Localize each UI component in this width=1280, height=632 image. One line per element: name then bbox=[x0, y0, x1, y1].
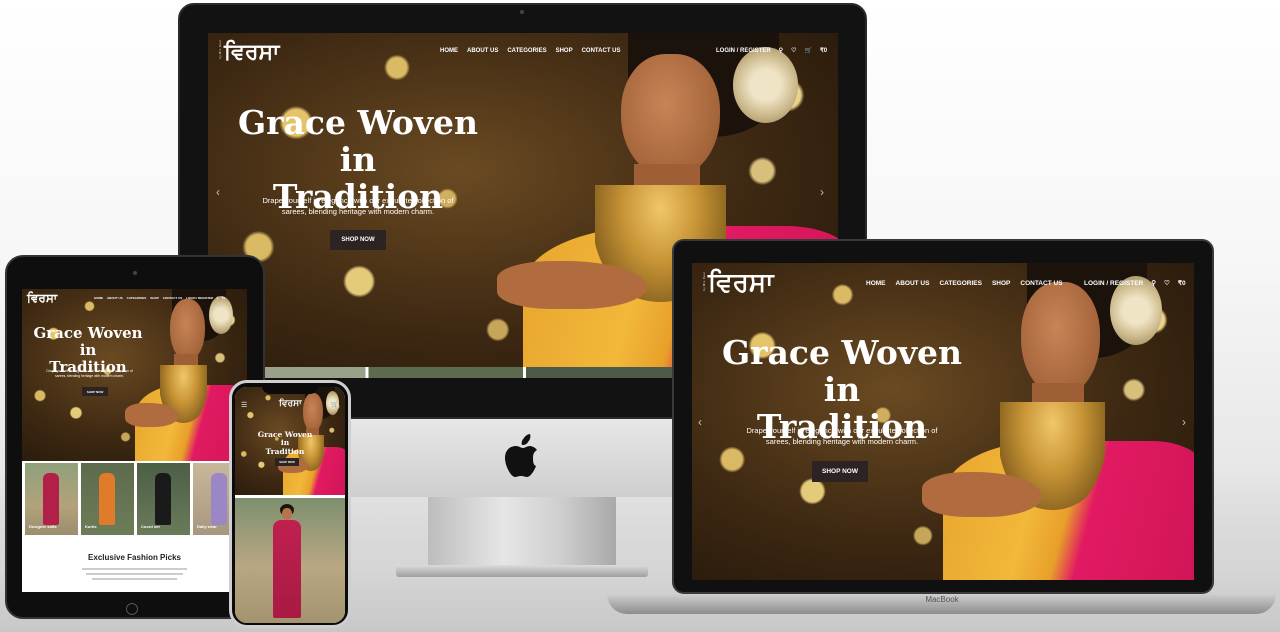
menu-icon[interactable]: ☰ bbox=[241, 401, 247, 409]
shop-now-button[interactable]: SHOP NOW bbox=[82, 387, 108, 396]
hero-title: Grace Woven in Tradition bbox=[257, 430, 313, 456]
ipad-camera bbox=[133, 271, 137, 275]
shop-now-button[interactable]: SHOP NOW bbox=[330, 230, 386, 250]
cart-total: ₹0 bbox=[819, 48, 828, 54]
category-designer-suits[interactable] bbox=[235, 498, 345, 623]
hero-subtitle: Drape yourself in elegance with our exqu… bbox=[46, 369, 133, 379]
category-coord-set[interactable]: Coord set bbox=[137, 463, 190, 535]
hero-title: Grace Woven in Tradition bbox=[33, 324, 143, 376]
nav-home[interactable]: HOME bbox=[440, 48, 458, 54]
macbook-label: MacBook bbox=[925, 595, 959, 604]
logo-text: ਵਿਰਸਾ bbox=[279, 399, 302, 409]
cart-total: ₹0 bbox=[1177, 280, 1186, 287]
nav-contact[interactable]: CONTACT US bbox=[163, 296, 182, 300]
section-text-line bbox=[86, 573, 183, 575]
logo-tagline: by Mrs. Kaur bbox=[702, 271, 706, 291]
imac-foot bbox=[396, 565, 648, 577]
section-text-line bbox=[92, 578, 177, 580]
imac-stand bbox=[428, 497, 616, 567]
search-icon[interactable]: ⚲ bbox=[1151, 279, 1156, 287]
cart-total: ₹0 bbox=[221, 296, 226, 300]
section-text-line bbox=[82, 568, 187, 570]
imac-camera bbox=[520, 10, 524, 14]
main-menu: HOME ABOUT US CATEGORIES SHOP CONTACT US bbox=[866, 280, 1063, 287]
hero-subtitle: Drape yourself in elegance with our exqu… bbox=[746, 426, 938, 447]
nav-about[interactable]: ABOUT US bbox=[107, 296, 123, 300]
iphone-screen: ਵਿਰਸਾ ☰ 🛒 Grace Woven in Tradition SHOP N… bbox=[235, 387, 345, 623]
wishlist-icon[interactable]: ♡ bbox=[1164, 279, 1170, 287]
nav-shop[interactable]: SHOP bbox=[992, 280, 1010, 287]
shop-now-button[interactable]: SHOP NOW bbox=[812, 461, 868, 482]
nav-shop[interactable]: SHOP bbox=[150, 296, 159, 300]
main-menu: HOME ABOUT US CATEGORIES SHOP CONTACT US bbox=[94, 296, 182, 300]
nav-shop[interactable]: SHOP bbox=[556, 48, 573, 54]
site-logo[interactable]: by Mrs. Kaurਵਿਰਸਾ bbox=[702, 268, 774, 299]
hero-image bbox=[922, 263, 1194, 580]
logo-text: ਵਿਰਸਾ bbox=[224, 39, 280, 65]
login-link[interactable]: LOGIN / REGISTER bbox=[716, 48, 771, 54]
logo-tagline: by Mrs. Kaur bbox=[218, 39, 222, 59]
ipad-home-button bbox=[126, 603, 138, 615]
header-tools: LOGIN / REGISTER ⚲ ♡ ₹0 bbox=[1084, 279, 1186, 288]
category-designer-suits[interactable]: Designer suits bbox=[25, 463, 78, 535]
nav-home[interactable]: HOME bbox=[94, 296, 103, 300]
header-tools: LOGIN / REGISTER ⚲ ♡ 🛒 ₹0 bbox=[716, 47, 828, 55]
iphone-notch bbox=[262, 386, 318, 394]
nav-contact[interactable]: CONTACT US bbox=[582, 48, 621, 54]
search-icon[interactable]: ⚲ bbox=[216, 296, 218, 300]
nav-contact[interactable]: CONTACT US bbox=[1020, 280, 1062, 287]
header-tools: LOGIN / REGISTER ⚲ ₹0 bbox=[186, 296, 225, 300]
nav-categories[interactable]: CATEGORIES bbox=[939, 280, 982, 287]
nav-about[interactable]: ABOUT US bbox=[896, 280, 930, 287]
cart-icon[interactable]: 🛒 bbox=[331, 401, 338, 408]
ipad-hero: ਵਿਰਸਾ HOME ABOUT US CATEGORIES SHOP CONT… bbox=[22, 289, 247, 461]
wishlist-icon[interactable]: ♡ bbox=[791, 47, 796, 54]
nav-home[interactable]: HOME bbox=[866, 280, 886, 287]
section-title: Exclusive Fashion Picks bbox=[88, 553, 181, 562]
site-header: by Mrs. Kaurਵਿਰਸਾ HOME ABOUT US CATEGORI… bbox=[692, 263, 1194, 303]
shop-now-button[interactable]: SHOP NOW bbox=[275, 458, 299, 466]
category-kurtis[interactable]: Kurtis bbox=[81, 463, 134, 535]
slider-next-icon[interactable]: › bbox=[1182, 415, 1186, 429]
slider-next-icon[interactable]: › bbox=[820, 185, 824, 199]
search-icon[interactable]: ⚲ bbox=[779, 47, 783, 54]
logo-text: ਵਿਰਸਾ bbox=[27, 290, 58, 305]
nav-about[interactable]: ABOUT US bbox=[467, 48, 498, 54]
login-link[interactable]: LOGIN / REGISTER bbox=[186, 296, 213, 300]
site-header: by Mrs. Kaurਵਿਰਸਾ HOME ABOUT US CATEGORI… bbox=[208, 33, 838, 71]
slider-prev-icon[interactable]: ‹ bbox=[698, 415, 702, 429]
nav-categories[interactable]: CATEGORIES bbox=[127, 296, 147, 300]
site-logo[interactable]: ਵਿਰਸਾ bbox=[27, 291, 57, 306]
nav-categories[interactable]: CATEGORIES bbox=[507, 48, 546, 54]
slider-prev-icon[interactable]: ‹ bbox=[216, 185, 220, 199]
cart-icon[interactable]: 🛒 bbox=[804, 47, 811, 54]
site-logo[interactable]: by Mrs. Kaurਵਿਰਸਾ bbox=[218, 40, 279, 65]
login-link[interactable]: LOGIN / REGISTER bbox=[1084, 280, 1143, 287]
macbook-screen: by Mrs. Kaurਵਿਰਸਾ HOME ABOUT US CATEGORI… bbox=[692, 263, 1194, 580]
iphone-hero: ਵਿਰਸਾ ☰ 🛒 Grace Woven in Tradition SHOP N… bbox=[235, 387, 345, 495]
hero-subtitle: Drape yourself in elegance with our exqu… bbox=[262, 196, 454, 217]
site-header: ਵਿਰਸਾ HOME ABOUT US CATEGORIES SHOP CONT… bbox=[22, 289, 247, 307]
logo-text: ਵਿਰਸਾ bbox=[708, 267, 774, 298]
ipad-screen: ਵਿਰਸਾ HOME ABOUT US CATEGORIES SHOP CONT… bbox=[22, 289, 247, 592]
site-logo[interactable]: ਵਿਰਸਾ bbox=[279, 399, 302, 409]
apple-logo-icon bbox=[505, 434, 537, 477]
main-menu: HOME ABOUT US CATEGORIES SHOP CONTACT US bbox=[440, 48, 620, 54]
